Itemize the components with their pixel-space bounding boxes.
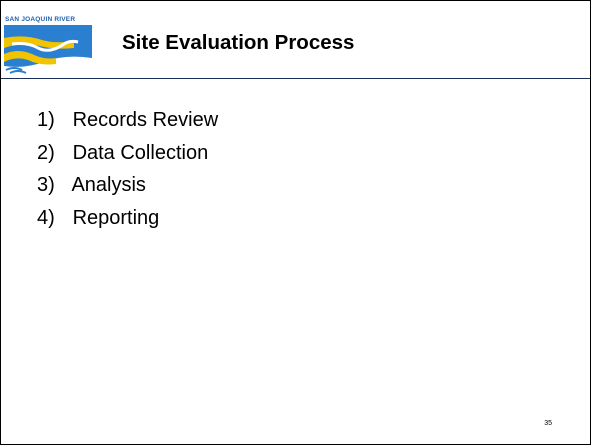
process-list: 1) Records Review 2) Data Collection 3) … — [37, 104, 218, 234]
page-number: 35 — [544, 420, 552, 427]
river-logo-graphic: SAN JOAQUIN RIVER — [4, 14, 92, 74]
item-label: Reporting — [72, 206, 160, 229]
item-number: 1) — [37, 109, 55, 131]
item-label: Data Collection — [72, 141, 209, 164]
title-divider — [1, 78, 590, 79]
list-item: 1) Records Review — [37, 104, 218, 137]
list-item: 4) Reporting — [37, 202, 218, 235]
item-number: 4) — [37, 206, 55, 229]
item-number: 2) — [37, 141, 55, 164]
list-item: 3) Analysis — [37, 169, 218, 202]
item-number: 3) — [37, 174, 55, 196]
river-logo: SAN JOAQUIN RIVER — [4, 14, 92, 74]
item-label: Records Review — [72, 109, 219, 131]
svg-text:SAN JOAQUIN RIVER: SAN JOAQUIN RIVER — [5, 16, 75, 23]
list-item: 2) Data Collection — [37, 137, 218, 170]
item-label: Analysis — [71, 174, 146, 196]
slide-title: Site Evaluation Process — [122, 31, 355, 54]
slide: SAN JOAQUIN RIVER Site Evaluation Proces… — [0, 0, 591, 445]
